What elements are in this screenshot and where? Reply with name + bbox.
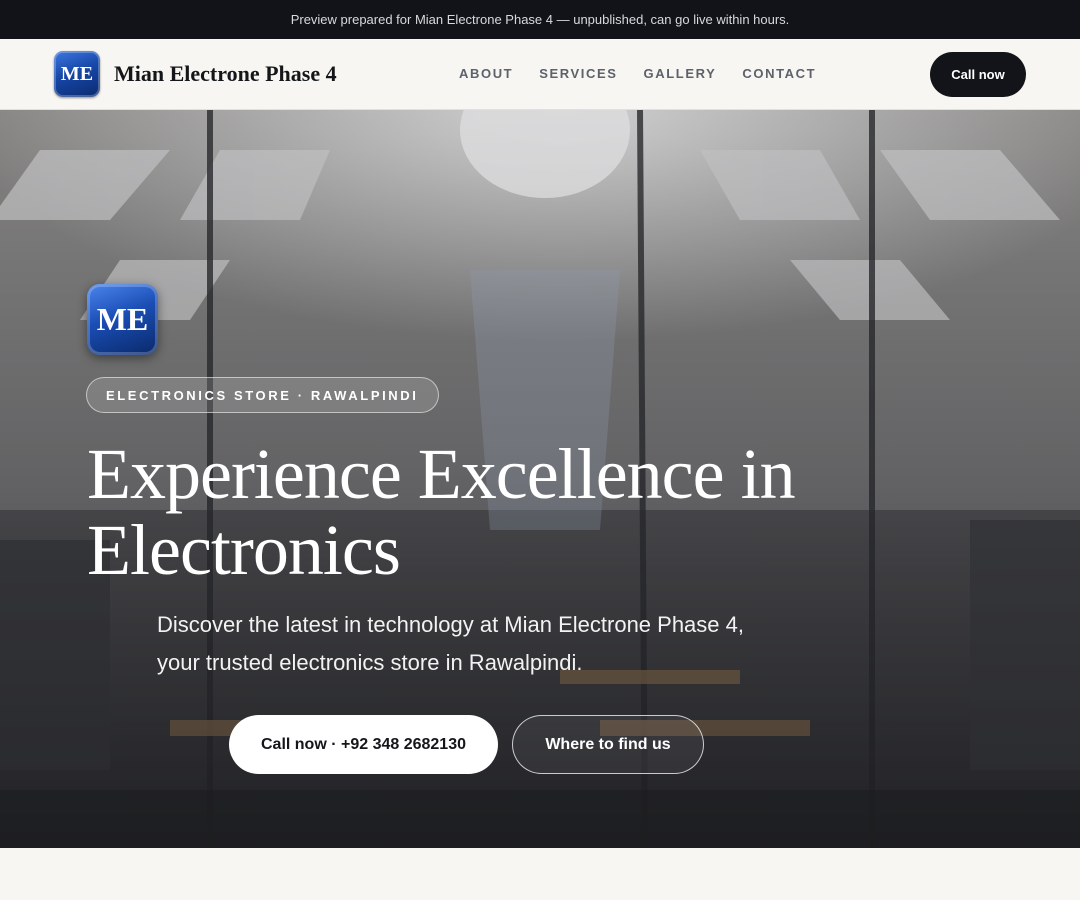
nav-link-about[interactable]: ABOUT bbox=[459, 66, 513, 81]
nav-link-gallery[interactable]: GALLERY bbox=[644, 66, 717, 81]
brand-logo[interactable]: ME bbox=[54, 51, 100, 97]
hero-subtitle: Discover the latest in technology at Mia… bbox=[157, 612, 744, 675]
header-call-button[interactable]: Call now bbox=[930, 52, 1026, 97]
main-nav: ABOUT SERVICES GALLERY CONTACT bbox=[459, 66, 816, 81]
hero-title: Experience Excellence in Electronics bbox=[87, 434, 796, 590]
hero-logo: ME bbox=[87, 284, 158, 355]
site-header: ME Mian Electrone Phase 4 ABOUT SERVICES… bbox=[0, 39, 1080, 110]
preview-banner-text: Preview prepared for Mian Electrone Phas… bbox=[290, 12, 790, 27]
hero-section: ME ELECTRONICS STORE · RAWALPINDI Experi… bbox=[0, 110, 1080, 848]
brand-name[interactable]: Mian Electrone Phase 4 bbox=[114, 61, 337, 87]
find-us-button[interactable]: Where to find us bbox=[512, 715, 704, 774]
nav-link-services[interactable]: SERVICES bbox=[539, 66, 617, 81]
call-now-button[interactable]: Call now · +92 348 2682130 bbox=[229, 715, 498, 774]
nav-link-contact[interactable]: CONTACT bbox=[742, 66, 816, 81]
preview-banner: Preview prepared for Mian Electrone Phas… bbox=[0, 0, 1080, 39]
category-badge: ELECTRONICS STORE · RAWALPINDI bbox=[86, 377, 439, 413]
